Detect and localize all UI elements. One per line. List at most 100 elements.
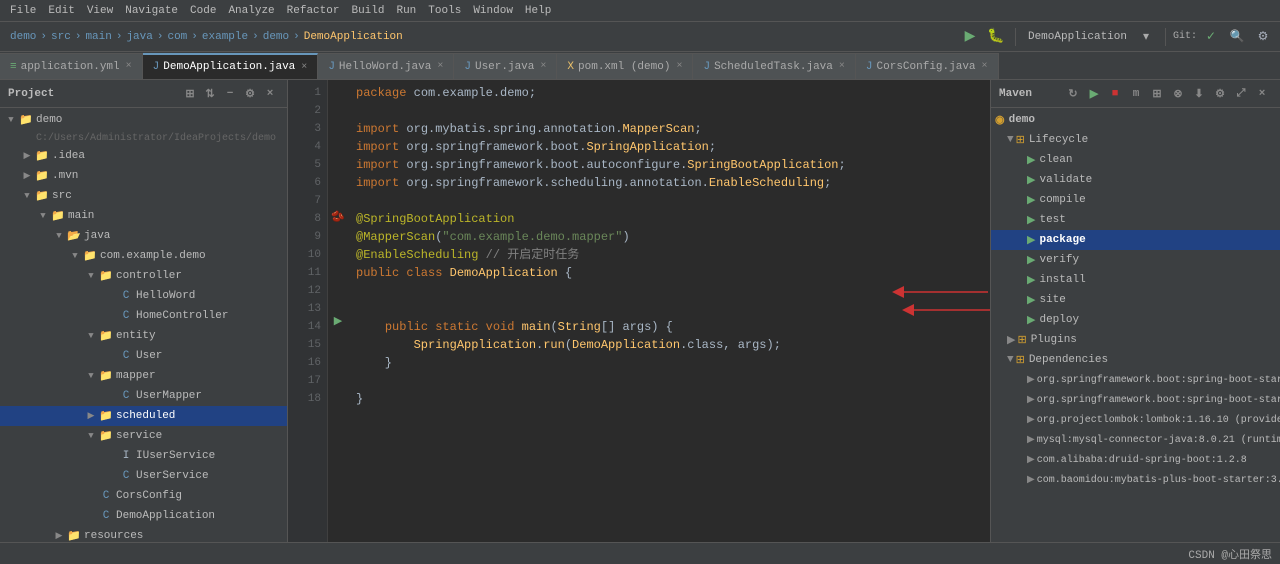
tab-user[interactable]: J User.java × (454, 53, 557, 79)
tab-demo-application[interactable]: J DemoApplication.java × (143, 53, 319, 79)
maven-item-verify[interactable]: ▶ verify (991, 250, 1280, 270)
maven-item-install[interactable]: ▶ install (991, 270, 1280, 290)
project-gear-icon[interactable]: ⚙ (241, 85, 259, 103)
settings-btn[interactable]: ⚙ (1252, 26, 1274, 48)
arrow-entity[interactable]: ▼ (84, 329, 98, 343)
breadcrumb-main[interactable]: main (85, 31, 111, 43)
arrow-resources[interactable]: ▶ (52, 529, 66, 542)
tree-item-src[interactable]: ▼ 📁 src (0, 186, 287, 206)
tab-helloword[interactable]: J HelloWord.java × (318, 53, 454, 79)
tree-item-user[interactable]: ▶ C User (0, 346, 287, 366)
tab-close-demo[interactable]: × (301, 62, 307, 73)
tree-item-main[interactable]: ▼ 📁 main (0, 206, 287, 226)
menu-analyze[interactable]: Analyze (222, 3, 280, 19)
maven-item-lifecycle[interactable]: ▼ ⊞ Lifecycle (991, 130, 1280, 150)
tree-item-corsconfig[interactable]: ▶ C CorsConfig (0, 486, 287, 506)
tab-close-yml[interactable]: × (126, 61, 132, 72)
maven-refresh-btn[interactable]: ↻ (1063, 84, 1083, 104)
menu-window[interactable]: Window (467, 3, 519, 19)
menu-view[interactable]: View (81, 3, 119, 19)
menu-help[interactable]: Help (519, 3, 557, 19)
maven-deps-arrow[interactable]: ▼ (1007, 354, 1014, 366)
tab-application-yml[interactable]: ≡ application.yml × (0, 53, 143, 79)
tree-item-controller[interactable]: ▼ 📁 controller (0, 266, 287, 286)
menu-file[interactable]: File (4, 3, 42, 19)
maven-item-validate[interactable]: ▶ validate (991, 170, 1280, 190)
arrow-package[interactable]: ▼ (68, 249, 82, 263)
breadcrumb-demo2[interactable]: demo (263, 31, 289, 43)
tree-item-java[interactable]: ▼ 📂 java (0, 226, 287, 246)
tree-item-resources[interactable]: ▶ 📁 resources (0, 526, 287, 542)
maven-lifecycle-arrow[interactable]: ▼ (1007, 134, 1014, 146)
menu-navigate[interactable]: Navigate (119, 3, 184, 19)
tree-item-scheduled[interactable]: ▶ 📁 scheduled (0, 406, 287, 426)
tab-close-cors[interactable]: × (982, 61, 988, 72)
breadcrumb-example[interactable]: example (202, 31, 248, 43)
maven-dep-arrow-mysql[interactable]: ▶ (1027, 434, 1035, 446)
gutter-run-icon[interactable]: ▶ (330, 314, 346, 328)
project-close-icon[interactable]: × (261, 85, 279, 103)
maven-item-dep-mybatis[interactable]: ▶ com.baomidou:mybatis-plus-boot-starter… (991, 470, 1280, 490)
maven-item-site[interactable]: ▶ site (991, 290, 1280, 310)
arrow-demo[interactable]: ▼ (4, 113, 18, 127)
maven-item-deploy[interactable]: ▶ deploy (991, 310, 1280, 330)
arrow-controller[interactable]: ▼ (84, 269, 98, 283)
tab-close-user[interactable]: × (540, 61, 546, 72)
maven-stop-btn[interactable]: ■ (1105, 84, 1125, 104)
maven-item-plugins[interactable]: ▶ ⊞ Plugins (991, 330, 1280, 350)
tree-item-homecontroller[interactable]: ▶ C HomeController (0, 306, 287, 326)
tree-item-package[interactable]: ▼ 📁 com.example.demo (0, 246, 287, 266)
tree-item-demoapplication[interactable]: ▶ C DemoApplication (0, 506, 287, 526)
maven-execute-btn[interactable]: m (1126, 84, 1146, 104)
maven-item-compile[interactable]: ▶ compile (991, 190, 1280, 210)
code-editor[interactable]: package com.example.demo; import org.myb… (348, 80, 990, 542)
debug-button[interactable]: 🐛 (985, 26, 1007, 48)
tab-close-sched[interactable]: × (839, 61, 845, 72)
tab-pom[interactable]: X pom.xml (demo) × (557, 53, 693, 79)
tab-corsconfig[interactable]: J CorsConfig.java × (856, 53, 999, 79)
arrow-mvn[interactable]: ▶ (20, 169, 34, 183)
git-check[interactable]: ✓ (1200, 26, 1222, 48)
maven-plugins-arrow[interactable]: ▶ (1007, 333, 1015, 347)
maven-dep-arrow-test[interactable]: ▶ (1027, 394, 1035, 406)
tree-item-entity[interactable]: ▼ 📁 entity (0, 326, 287, 346)
maven-item-demo[interactable]: ◉ demo (991, 110, 1280, 130)
tree-item-usermapper[interactable]: ▶ C UserMapper (0, 386, 287, 406)
tree-item-userservice[interactable]: ▶ C UserService (0, 466, 287, 486)
maven-item-dep-web[interactable]: ▶ org.springframework.boot:spring-boot-s… (991, 370, 1280, 390)
breadcrumb-demo[interactable]: demo (10, 31, 36, 43)
breadcrumb-class[interactable]: DemoApplication (304, 31, 403, 43)
maven-settings-btn[interactable]: ⚙ (1210, 84, 1230, 104)
maven-item-package[interactable]: ▶ package (991, 230, 1280, 250)
tree-item-mapper[interactable]: ▼ 📁 mapper (0, 366, 287, 386)
run-button[interactable]: ▶ (959, 26, 981, 48)
maven-item-dep-lombok[interactable]: ▶ org.projectlombok:lombok:1.16.10 (prov… (991, 410, 1280, 430)
menu-code[interactable]: Code (184, 3, 222, 19)
breadcrumb-com[interactable]: com (167, 31, 187, 43)
tree-item-mvn[interactable]: ▶ 📁 .mvn (0, 166, 287, 186)
breadcrumb-java[interactable]: java (126, 31, 152, 43)
gutter-bean-icon[interactable]: 🫘 (330, 210, 346, 224)
arrow-main[interactable]: ▼ (36, 209, 50, 223)
arrow-idea[interactable]: ▶ (20, 149, 34, 163)
arrow-src[interactable]: ▼ (20, 189, 34, 203)
maven-toggle-btn[interactable]: ⊞ (1147, 84, 1167, 104)
tab-scheduledtask[interactable]: J ScheduledTask.java × (693, 53, 855, 79)
maven-skip-btn[interactable]: ⊗ (1168, 84, 1188, 104)
menu-refactor[interactable]: Refactor (281, 3, 346, 19)
menu-build[interactable]: Build (345, 3, 390, 19)
maven-dep-arrow-lombok[interactable]: ▶ (1027, 414, 1035, 426)
project-settings-icon[interactable]: ⊞ (181, 85, 199, 103)
maven-expand-btn[interactable]: ⤢ (1231, 84, 1251, 104)
tree-item-service[interactable]: ▼ 📁 service (0, 426, 287, 446)
maven-item-dep-druid[interactable]: ▶ com.alibaba:druid-spring-boot:1.2.8 (991, 450, 1280, 470)
run-config-arrow[interactable]: ▾ (1135, 26, 1157, 48)
tab-close-pom[interactable]: × (676, 61, 682, 72)
menu-run[interactable]: Run (390, 3, 422, 19)
maven-run-btn[interactable]: ▶ (1084, 84, 1104, 104)
maven-item-dep-mysql[interactable]: ▶ mysql:mysql-connector-java:8.0.21 (run… (991, 430, 1280, 450)
git-icon[interactable]: Git: (1174, 26, 1196, 48)
tree-item-iuserservice[interactable]: ▶ I IUserService (0, 446, 287, 466)
breadcrumb-src[interactable]: src (51, 31, 71, 43)
tree-item-demo-root[interactable]: ▼ 📁 demo (0, 110, 287, 130)
